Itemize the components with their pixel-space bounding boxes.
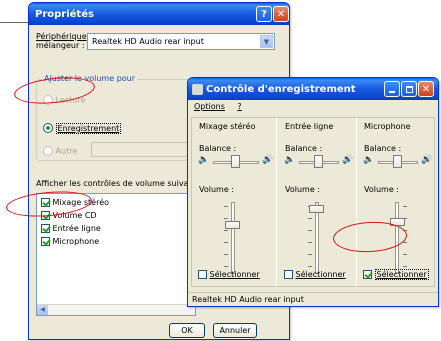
volume-slider[interactable] [225,221,240,229]
volume-label: Volume : [199,185,234,194]
show-controls-label: Afficher les contrôles de volume suivant… [36,179,207,188]
device-select[interactable]: Realtek HD Audio rear input ▼ [87,33,275,50]
help-button[interactable]: ? [256,6,272,22]
close-icon: ✕ [276,8,286,20]
balance-slider[interactable] [393,155,402,168]
balance-label: Balance : [285,144,323,153]
leader-line [0,22,28,23]
recording-title: Contrôle d'enregistrement [206,83,356,95]
recording-control-window: Contrôle d'enregistrement ✕ Options ? Mi… [187,77,439,307]
speaker-left-icon: 🔈 [198,155,210,165]
channel-name: Mixage stéréo [199,122,256,131]
select-checkbox-mixage-stereo[interactable] [198,270,207,279]
speaker-right-icon: 🔊 [421,155,433,165]
horizontal-scrollbar[interactable]: ◀ [37,304,195,315]
channel-name: Entrée ligne [285,122,334,131]
volume-slider[interactable] [309,205,324,213]
speaker-app-icon [192,83,203,95]
speaker-left-icon: 🔈 [284,155,296,165]
balance-label: Balance : [364,144,402,153]
select-row-entree[interactable]: Sélectionner [284,270,346,279]
channel-entree-ligne: Entrée ligne Balance : 🔈 🔊 Volume : [278,118,356,286]
ok-button[interactable]: OK [169,323,205,338]
scroll-left-icon[interactable]: ◀ [37,305,48,315]
volume-label: Volume : [364,185,399,194]
properties-title: Propriétés [35,8,94,20]
maximize-button[interactable] [401,81,417,97]
rec-close-button[interactable]: ✕ [418,81,434,97]
select-checkbox-microphone[interactable] [363,270,372,279]
close-icon: ✕ [421,83,431,95]
minimize-icon [389,91,395,93]
status-text: Realtek HD Audio rear input [192,295,304,304]
close-button[interactable]: ✕ [273,6,289,22]
properties-titlebar: Propriétés ? ✕ [29,3,289,25]
menu-help[interactable]: ? [237,102,241,111]
speaker-right-icon: 🔊 [342,155,354,165]
volume-track [231,202,235,274]
volume-label: Volume : [285,185,320,194]
list-item[interactable]: Microphone [41,237,99,246]
balance-label: Balance : [199,144,237,153]
list-item[interactable]: Entrée ligne [41,224,101,233]
channel-name: Microphone [364,122,411,131]
checkbox-microphone[interactable] [41,237,50,246]
device-label: Périphérique mélangeur : [36,32,87,50]
status-bar: Realtek HD Audio rear input [188,292,438,306]
recording-titlebar: Contrôle d'enregistrement ✕ [188,78,438,100]
maximize-icon [405,85,413,93]
device-select-value: Realtek HD Audio rear input [92,37,204,46]
select-row-micro[interactable]: Sélectionner [363,269,429,280]
radio-autre[interactable]: Autre [43,146,77,156]
select-row-mixage[interactable]: Sélectionner [198,270,260,279]
menu-options[interactable]: Options [194,102,225,111]
menu-bar: Options ? [188,100,438,112]
checkbox-entree-ligne[interactable] [41,224,50,233]
minimize-button[interactable] [384,81,400,97]
speaker-left-icon: 🔈 [363,155,375,165]
radio-enregistrement[interactable]: Enregistrement [43,122,122,134]
select-checkbox-entree-ligne[interactable] [284,270,293,279]
other-device-field [91,142,191,157]
channel-mixage-stereo: Mixage stéréo Balance : 🔈 🔊 Volume : [192,118,276,286]
balance-slider[interactable] [231,155,240,168]
balance-slider[interactable] [314,155,323,168]
speaker-right-icon: 🔊 [262,155,274,165]
chevron-down-icon[interactable]: ▼ [260,35,273,48]
channels-area: Mixage stéréo Balance : 🔈 🔊 Volume : Ent… [191,117,435,287]
radio-enregistrement-circle[interactable] [43,123,53,133]
radio-autre-circle[interactable] [43,146,53,156]
cancel-button[interactable]: Annuler [213,323,257,338]
channel-microphone: Microphone Balance : 🔈 🔊 Volume : [358,118,436,286]
